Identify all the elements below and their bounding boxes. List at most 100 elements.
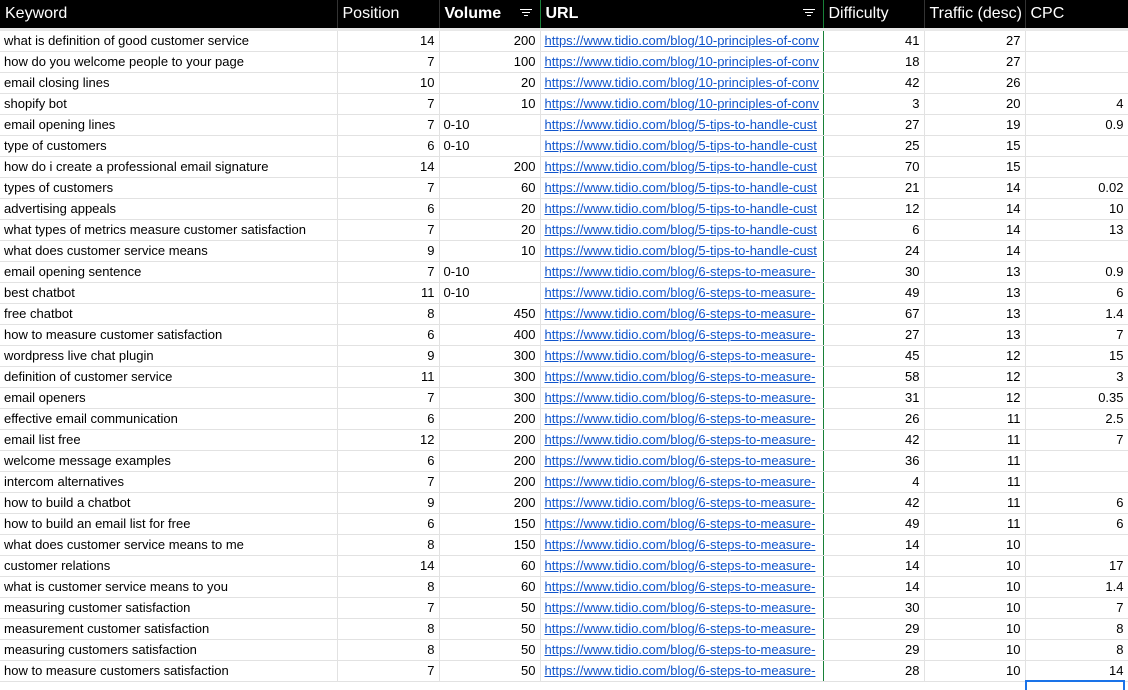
cpc-cell[interactable] bbox=[1025, 240, 1128, 262]
keyword-cell[interactable]: what is definition of good customer serv… bbox=[0, 31, 338, 52]
position-cell[interactable]: 6 bbox=[337, 513, 440, 535]
keyword-cell[interactable]: how do i create a professional email sig… bbox=[0, 156, 338, 178]
position-cell[interactable]: 6 bbox=[337, 450, 440, 472]
position-cell[interactable]: 7 bbox=[337, 93, 440, 115]
traffic-cell[interactable]: 15 bbox=[924, 135, 1026, 157]
cpc-cell[interactable]: 7 bbox=[1025, 429, 1128, 451]
difficulty-cell[interactable]: 42 bbox=[823, 72, 925, 94]
difficulty-cell[interactable]: 18 bbox=[823, 51, 925, 73]
url-link[interactable]: https://www.tidio.com/blog/10-principles… bbox=[540, 72, 824, 94]
traffic-cell[interactable]: 15 bbox=[924, 156, 1026, 178]
position-cell[interactable]: 8 bbox=[337, 639, 440, 661]
position-cell[interactable]: 9 bbox=[337, 240, 440, 262]
cpc-cell[interactable]: 1.4 bbox=[1025, 576, 1128, 598]
volume-cell[interactable]: 450 bbox=[438, 303, 541, 325]
url-link[interactable]: https://www.tidio.com/blog/6-steps-to-me… bbox=[540, 534, 824, 556]
url-link[interactable]: https://www.tidio.com/blog/5-tips-to-han… bbox=[540, 177, 824, 199]
difficulty-cell[interactable]: 29 bbox=[823, 618, 925, 640]
position-cell[interactable]: 6 bbox=[337, 198, 440, 220]
difficulty-cell[interactable]: 67 bbox=[823, 303, 925, 325]
position-cell[interactable]: 11 bbox=[337, 282, 440, 304]
position-cell[interactable]: 7 bbox=[337, 387, 440, 409]
traffic-cell[interactable]: 11 bbox=[924, 492, 1026, 514]
keyword-cell[interactable]: what does customer service means to me bbox=[0, 534, 338, 556]
header-keyword[interactable]: Keyword bbox=[0, 0, 338, 28]
position-cell[interactable]: 6 bbox=[337, 408, 440, 430]
traffic-cell[interactable]: 13 bbox=[924, 282, 1026, 304]
position-cell[interactable]: 10 bbox=[337, 72, 440, 94]
traffic-cell[interactable]: 11 bbox=[924, 450, 1026, 472]
cpc-cell[interactable]: 1.4 bbox=[1025, 303, 1128, 325]
cpc-cell[interactable]: 13 bbox=[1025, 219, 1128, 241]
traffic-cell[interactable]: 14 bbox=[924, 219, 1026, 241]
header-difficulty[interactable]: Difficulty bbox=[823, 0, 925, 28]
traffic-cell[interactable]: 11 bbox=[924, 429, 1026, 451]
difficulty-cell[interactable]: 27 bbox=[823, 324, 925, 346]
traffic-cell[interactable]: 11 bbox=[924, 513, 1026, 535]
keyword-cell[interactable]: email openers bbox=[0, 387, 338, 409]
url-link[interactable]: https://www.tidio.com/blog/6-steps-to-me… bbox=[540, 387, 824, 409]
difficulty-cell[interactable]: 58 bbox=[823, 366, 925, 388]
difficulty-cell[interactable]: 49 bbox=[823, 282, 925, 304]
url-link[interactable]: https://www.tidio.com/blog/5-tips-to-han… bbox=[540, 135, 824, 157]
difficulty-cell[interactable]: 6 bbox=[823, 219, 925, 241]
keyword-cell[interactable]: types of customers bbox=[0, 177, 338, 199]
volume-cell[interactable]: 200 bbox=[438, 429, 541, 451]
volume-cell[interactable]: 50 bbox=[438, 597, 541, 619]
traffic-cell[interactable]: 14 bbox=[924, 177, 1026, 199]
difficulty-cell[interactable]: 27 bbox=[823, 114, 925, 136]
cpc-cell[interactable]: 4 bbox=[1025, 93, 1128, 115]
cpc-cell[interactable]: 6 bbox=[1025, 513, 1128, 535]
keyword-cell[interactable]: welcome message examples bbox=[0, 450, 338, 472]
difficulty-cell[interactable]: 12 bbox=[823, 198, 925, 220]
traffic-cell[interactable]: 11 bbox=[924, 408, 1026, 430]
volume-cell[interactable]: 10 bbox=[438, 93, 541, 115]
position-cell[interactable]: 7 bbox=[337, 219, 440, 241]
difficulty-cell[interactable]: 26 bbox=[823, 408, 925, 430]
volume-cell[interactable]: 300 bbox=[438, 345, 541, 367]
url-link[interactable]: https://www.tidio.com/blog/6-steps-to-me… bbox=[540, 429, 824, 451]
difficulty-cell[interactable]: 14 bbox=[823, 555, 925, 577]
cpc-cell[interactable] bbox=[1025, 450, 1128, 472]
cpc-cell[interactable]: 8 bbox=[1025, 618, 1128, 640]
difficulty-cell[interactable]: 28 bbox=[823, 660, 925, 682]
header-cpc[interactable]: CPC bbox=[1025, 0, 1128, 28]
traffic-cell[interactable]: 10 bbox=[924, 639, 1026, 661]
position-cell[interactable]: 11 bbox=[337, 366, 440, 388]
traffic-cell[interactable]: 10 bbox=[924, 534, 1026, 556]
cpc-cell[interactable] bbox=[1025, 135, 1128, 157]
keyword-cell[interactable]: how do you welcome people to your page bbox=[0, 51, 338, 73]
volume-cell[interactable]: 50 bbox=[438, 660, 541, 682]
traffic-cell[interactable]: 10 bbox=[924, 555, 1026, 577]
keyword-cell[interactable]: how to measure customer satisfaction bbox=[0, 324, 338, 346]
difficulty-cell[interactable]: 70 bbox=[823, 156, 925, 178]
cpc-cell[interactable]: 0.9 bbox=[1025, 261, 1128, 283]
cpc-cell[interactable] bbox=[1025, 471, 1128, 493]
volume-cell[interactable]: 150 bbox=[438, 534, 541, 556]
difficulty-cell[interactable]: 24 bbox=[823, 240, 925, 262]
keyword-cell[interactable]: measuring customer satisfaction bbox=[0, 597, 338, 619]
position-cell[interactable]: 8 bbox=[337, 534, 440, 556]
traffic-cell[interactable]: 10 bbox=[924, 597, 1026, 619]
url-link[interactable]: https://www.tidio.com/blog/6-steps-to-me… bbox=[540, 555, 824, 577]
cpc-cell[interactable]: 15 bbox=[1025, 345, 1128, 367]
url-link[interactable]: https://www.tidio.com/blog/6-steps-to-me… bbox=[540, 576, 824, 598]
url-link[interactable]: https://www.tidio.com/blog/6-steps-to-me… bbox=[540, 450, 824, 472]
traffic-cell[interactable]: 12 bbox=[924, 345, 1026, 367]
url-link[interactable]: https://www.tidio.com/blog/6-steps-to-me… bbox=[540, 513, 824, 535]
traffic-cell[interactable]: 14 bbox=[924, 198, 1026, 220]
url-link[interactable]: https://www.tidio.com/blog/6-steps-to-me… bbox=[540, 282, 824, 304]
keyword-cell[interactable]: shopify bot bbox=[0, 93, 338, 115]
url-link[interactable]: https://www.tidio.com/blog/10-principles… bbox=[540, 51, 824, 73]
volume-cell[interactable]: 200 bbox=[438, 471, 541, 493]
url-link[interactable]: https://www.tidio.com/blog/5-tips-to-han… bbox=[540, 114, 824, 136]
keyword-cell[interactable]: how to measure customers satisfaction bbox=[0, 660, 338, 682]
cpc-cell[interactable]: 17 bbox=[1025, 555, 1128, 577]
position-cell[interactable]: 7 bbox=[337, 114, 440, 136]
filter-icon[interactable] bbox=[519, 9, 532, 19]
keyword-cell[interactable]: what does customer service means bbox=[0, 240, 338, 262]
volume-cell[interactable]: 60 bbox=[438, 555, 541, 577]
position-cell[interactable]: 7 bbox=[337, 177, 440, 199]
cpc-cell[interactable] bbox=[1025, 156, 1128, 178]
traffic-cell[interactable]: 10 bbox=[924, 576, 1026, 598]
